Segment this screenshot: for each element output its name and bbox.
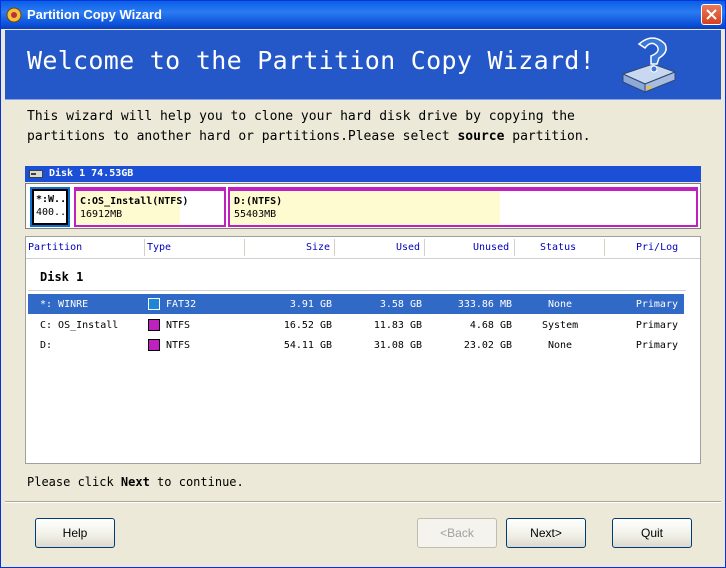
title-bar[interactable]: Partition Copy Wizard — [1, 1, 725, 29]
column-divider[interactable] — [144, 239, 145, 256]
column-divider[interactable] — [514, 239, 515, 256]
column-header-partition[interactable]: Partition — [28, 242, 82, 253]
column-divider[interactable] — [334, 239, 335, 256]
row-used: 3.58 GB — [379, 299, 422, 310]
group-divider — [28, 290, 686, 291]
wizard-window: Partition Copy Wizard Welcome to the Par… — [0, 0, 726, 568]
column-header-size[interactable]: Size — [306, 242, 330, 253]
column-divider[interactable] — [424, 239, 425, 256]
row-status: None — [548, 299, 573, 310]
row-partition: C: OS_Install — [40, 320, 119, 331]
disk-header-bar[interactable]: Disk 1 74.53GB — [25, 166, 701, 182]
partition-list[interactable]: Partition Type Size Used Unused Status P… — [25, 236, 701, 464]
row-unused: 4.68 GB — [469, 320, 512, 331]
back-button[interactable]: <Back — [417, 518, 497, 548]
close-icon — [706, 9, 717, 20]
continue-hint: Please click Next to continue. — [27, 475, 244, 489]
partition-block-size: 400.. — [36, 207, 67, 218]
partition-block-winre[interactable]: *:W.. 400.. — [30, 187, 70, 227]
column-header-used[interactable]: Used — [396, 242, 420, 253]
column-header-prilog[interactable]: Pri/Log — [636, 242, 678, 253]
disk-map: *:W.. 400.. C:OS_Install(NTFS) 16912MB D… — [25, 183, 701, 229]
row-status: None — [548, 340, 573, 351]
partition-block-name: C:OS_Install(NTFS) — [80, 196, 189, 207]
row-used: 11.83 GB — [373, 320, 422, 331]
ntfs-color-swatch — [148, 319, 160, 331]
next-button[interactable]: Next> — [506, 518, 586, 548]
intro-line-2-prefix: partitions to another hard or partitions… — [27, 129, 458, 144]
row-prilog: Primary — [635, 320, 678, 331]
app-icon — [6, 7, 22, 23]
continue-hint-next: Next — [120, 475, 150, 489]
help-button[interactable]: Help — [35, 518, 115, 548]
column-header-unused[interactable]: Unused — [473, 242, 509, 253]
header-heading: Welcome to the Partition Copy Wizard! — [27, 46, 595, 75]
row-size: 54.11 GB — [283, 340, 332, 351]
quit-button[interactable]: Quit — [612, 518, 692, 548]
fat32-color-swatch — [148, 298, 160, 310]
partition-block-os-install[interactable]: C:OS_Install(NTFS) 16912MB — [74, 187, 226, 227]
column-header-type[interactable]: Type — [147, 242, 171, 253]
row-type: NTFS — [166, 340, 191, 351]
continue-hint-prefix: Please click — [27, 475, 121, 489]
partition-row-os-install[interactable]: C: OS_Install NTFS 16.52 GB 11.83 GB 4.6… — [28, 315, 684, 335]
row-size: 16.52 GB — [283, 320, 332, 331]
row-unused: 333.86 MB — [457, 299, 512, 310]
partition-block-size: 16912MB — [80, 209, 123, 220]
row-partition: D: — [40, 340, 53, 351]
intro-text: This wizard will help you to clone your … — [27, 107, 687, 147]
row-size: 3.91 GB — [289, 299, 332, 310]
partition-block-name: D:(NTFS) — [234, 196, 283, 207]
disk-label: Disk 1 74.53GB — [49, 168, 134, 179]
column-divider[interactable] — [244, 239, 245, 256]
partition-block-name: *:W.. — [36, 194, 67, 205]
intro-source-word: source — [457, 129, 505, 144]
intro-line-2-suffix: partition. — [504, 129, 591, 144]
column-divider[interactable] — [604, 239, 605, 256]
row-status: System — [542, 320, 579, 331]
column-header-status[interactable]: Status — [540, 242, 576, 253]
window-title: Partition Copy Wizard — [27, 7, 162, 22]
row-prilog: Primary — [635, 299, 678, 310]
row-type: FAT32 — [166, 299, 197, 310]
disk-copy-wizard-icon — [621, 37, 677, 93]
row-prilog: Primary — [635, 340, 678, 351]
row-used: 31.08 GB — [373, 340, 422, 351]
row-partition: *: WINRE — [40, 299, 89, 310]
row-unused: 23.02 GB — [463, 340, 512, 351]
ntfs-color-swatch — [148, 339, 160, 351]
footer-divider — [5, 501, 721, 503]
close-button[interactable] — [701, 4, 722, 25]
hard-disk-icon — [29, 170, 43, 178]
wizard-header: Welcome to the Partition Copy Wizard! — [5, 30, 721, 100]
partition-block-size: 55403MB — [234, 209, 277, 220]
partition-row-d[interactable]: D: NTFS 54.11 GB 31.08 GB 23.02 GB None … — [28, 335, 684, 355]
partition-row-winre[interactable]: *: WINRE FAT32 3.91 GB 3.58 GB 333.86 MB… — [28, 294, 684, 314]
disk-group-label: Disk 1 — [40, 270, 84, 284]
intro-line-1: This wizard will help you to clone your … — [27, 109, 575, 124]
continue-hint-suffix: to continue. — [149, 475, 244, 489]
partition-block-d[interactable]: D:(NTFS) 55403MB — [228, 187, 698, 227]
intro-line-2: partitions to another hard or partitions… — [27, 127, 687, 147]
row-type: NTFS — [166, 320, 191, 331]
column-header-row: Partition Type Size Used Unused Status P… — [26, 237, 700, 259]
